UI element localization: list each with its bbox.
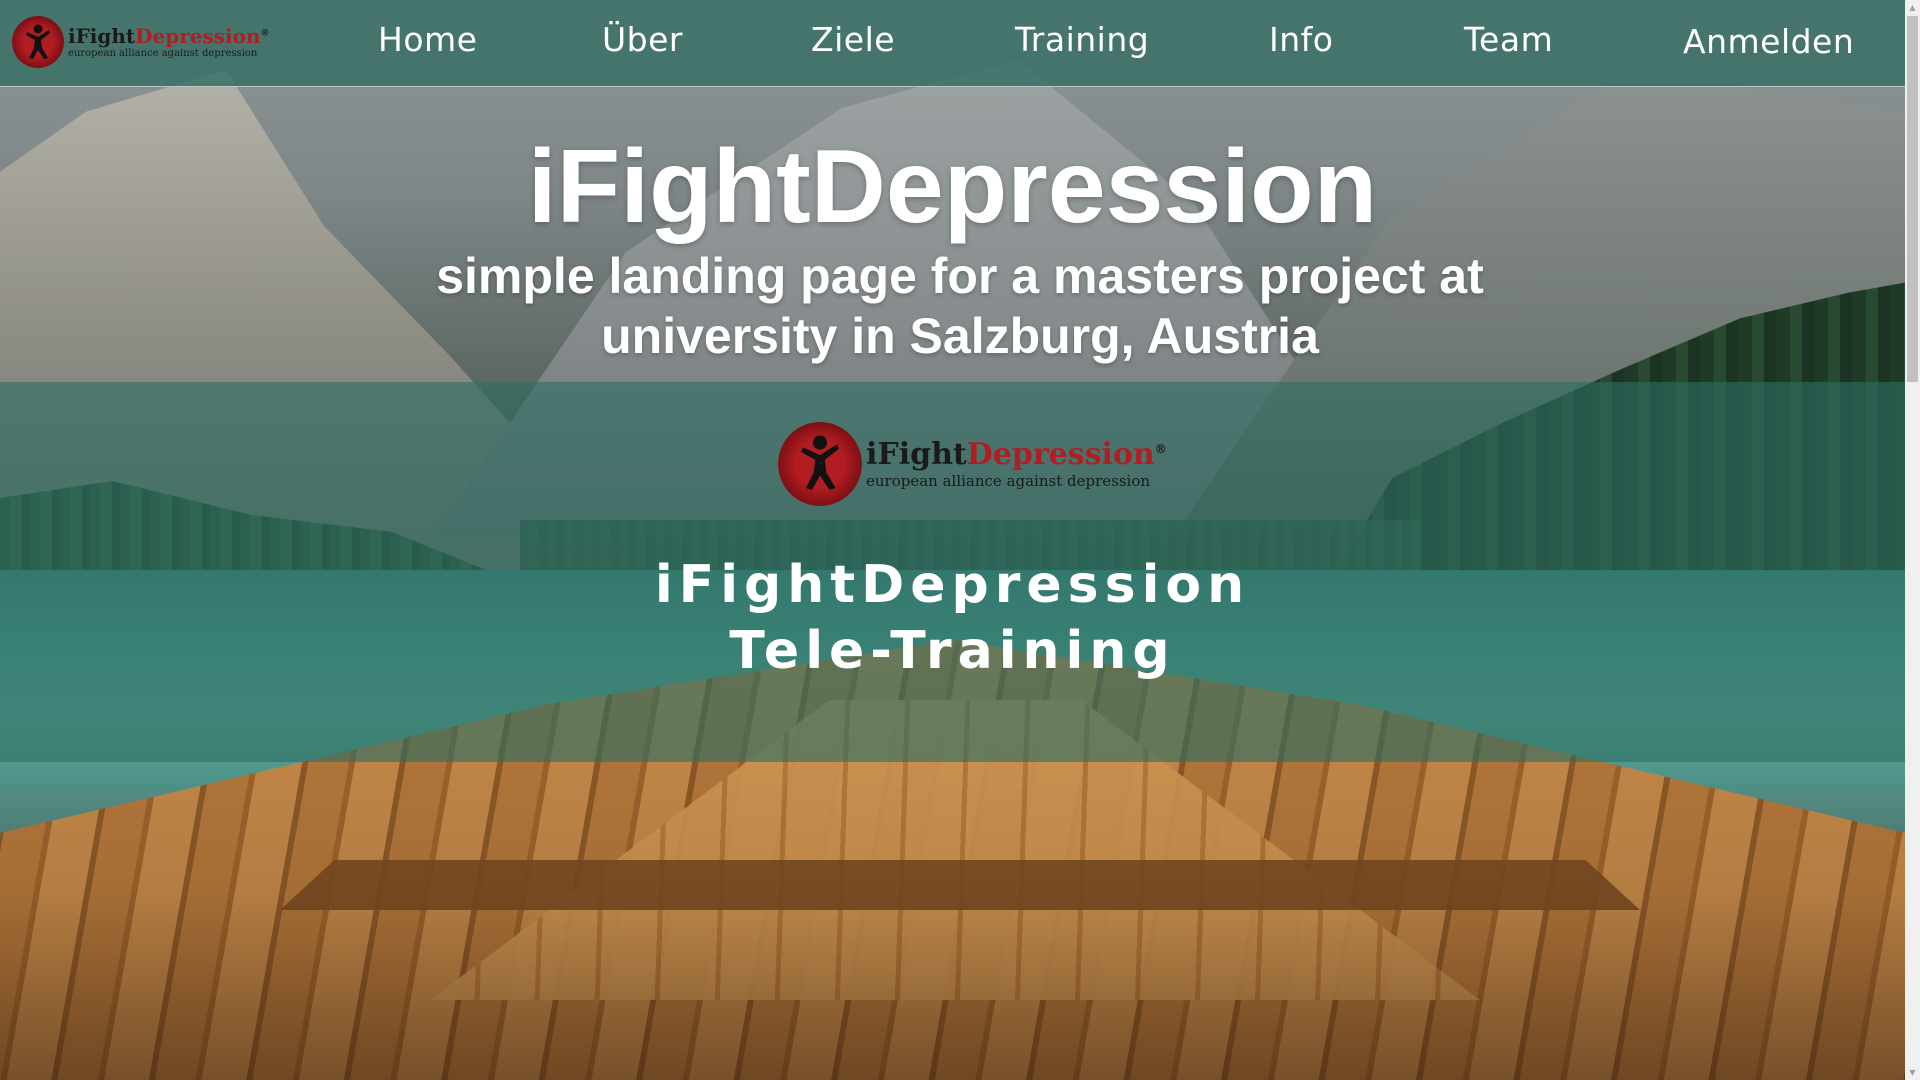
nav-item-ziele[interactable]: Ziele [811,20,895,59]
nav-logo-link[interactable]: iFightDepression® european alliance agai… [12,12,269,72]
nav-item-team[interactable]: Team [1464,20,1553,59]
nav-item-ueber[interactable]: Über [602,20,683,59]
band-logo-icon [778,422,862,506]
landing-page: iFightDepression® european alliance agai… [0,0,1920,1080]
hero-title: iFightDepression [527,129,1378,245]
chevron-up-icon[interactable]: ▲ [1905,0,1920,15]
top-navbar: iFightDepression® european alliance agai… [0,0,1905,87]
band-title-line2: Tele-Training [729,621,1176,681]
band-title-line1: iFightDepression [654,555,1251,615]
logo-icon [12,16,64,68]
band-logo-title: iFightDepression® [866,436,1167,472]
nav-item-anmelden[interactable]: Anmelden [1683,22,1854,61]
hero-subtitle: simple landing page for a masters projec… [436,248,1484,364]
person-silhouette-icon [801,435,839,490]
vertical-scrollbar[interactable]: ▲ ▼ [1905,0,1920,1080]
nav-item-training[interactable]: Training [1015,20,1149,59]
band-logo-tagline: european alliance against depression [866,471,1151,490]
logo-tagline: european alliance against depression [68,47,258,59]
logo-wordmark: iFightDepression® european alliance agai… [68,26,269,59]
band-title: iFightDepression Tele-Training [0,552,1905,684]
logo-title: iFightDepression® [68,23,270,48]
nav-menu: Home Über Ziele Training Info Team Anmel… [270,0,1890,86]
intro-band: iFightDepression® european alliance agai… [0,382,1905,762]
band-logo: iFightDepression® european alliance agai… [778,418,1167,510]
person-silhouette-icon [26,24,50,59]
nav-item-home[interactable]: Home [378,20,477,59]
band-logo-wordmark: iFightDepression® european alliance agai… [866,436,1167,490]
scrollbar-thumb[interactable] [1907,16,1918,382]
chevron-down-icon[interactable]: ▼ [1905,1065,1920,1080]
nav-item-info[interactable]: Info [1269,20,1333,59]
